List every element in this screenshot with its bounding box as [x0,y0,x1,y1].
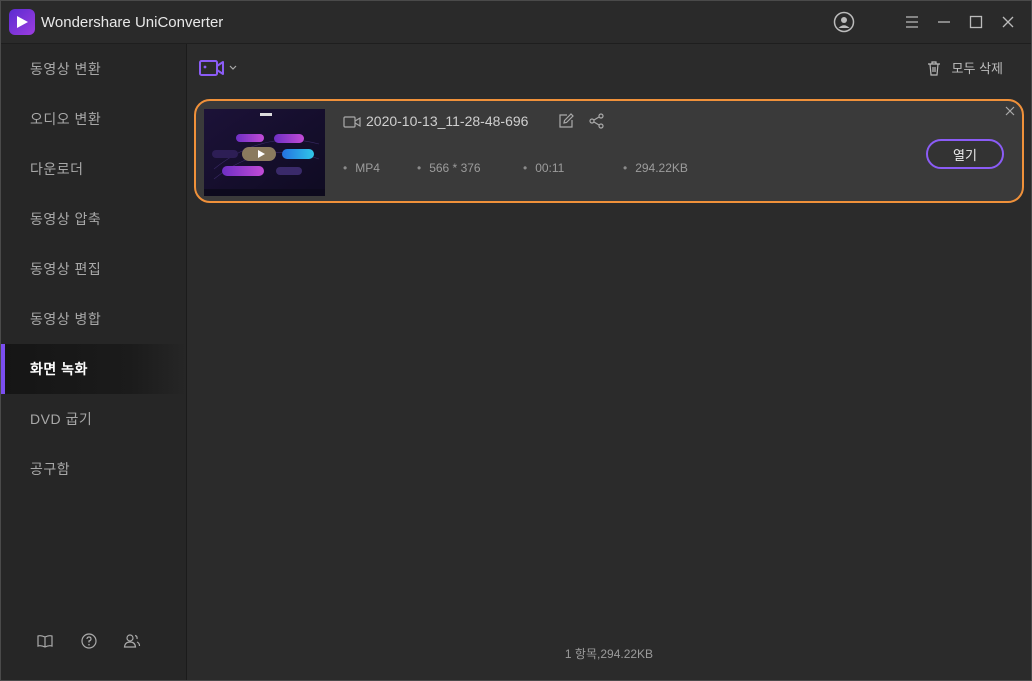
sidebar-item-video-merge[interactable]: 동영상 병합 [1,294,186,344]
sidebar-item-label: 동영상 편집 [30,261,102,277]
delete-all-button[interactable]: 모두 삭제 [926,58,1003,77]
edit-icon[interactable] [558,113,574,129]
file-size-value: 294.22KB [623,161,688,175]
sidebar-item-label: 오디오 변환 [30,111,102,127]
maximize-icon[interactable] [965,11,987,33]
sidebar-item-label: 화면 녹화 [30,361,88,377]
video-file-icon [343,116,361,128]
account-icon[interactable] [833,11,855,33]
file-name: 2020-10-13_11-28-48-696 [366,113,529,129]
toolbar: 모두 삭제 [187,44,1031,92]
app-title: Wondershare UniConverter [41,14,224,31]
duration-value: 00:11 [523,161,564,175]
title-bar: Wondershare UniConverter [1,1,1031,44]
sidebar-item-dvd-burn[interactable]: DVD 굽기 [1,394,186,444]
sidebar: 동영상 변환 오디오 변환 다운로더 동영상 압축 동영상 편집 동영상 병합 … [1,44,187,680]
sidebar-item-video-compress[interactable]: 동영상 압축 [1,194,186,244]
main-panel: 모두 삭제 2020-10-13_11-28-48-696 • MP4 • 56… [187,44,1031,680]
sidebar-item-audio-convert[interactable]: 오디오 변환 [1,94,186,144]
recorded-file-card: 2020-10-13_11-28-48-696 MP4 566 * 376 00… [194,99,1024,203]
remove-item-icon[interactable] [1004,105,1016,117]
app-window: Wondershare UniConverter 동영상 변환 오디오 변환 다… [0,0,1032,681]
app-logo [9,9,35,35]
sidebar-item-screen-record[interactable]: 화면 녹화 [1,344,186,394]
delete-all-label: 모두 삭제 [951,61,1003,76]
book-icon[interactable] [36,632,54,650]
sidebar-item-video-convert[interactable]: 동영상 변환 [1,44,186,94]
sidebar-item-downloader[interactable]: 다운로더 [1,144,186,194]
share-icon[interactable] [589,113,605,129]
minimize-icon[interactable] [933,11,955,33]
sidebar-item-label: 동영상 압축 [30,211,102,227]
menu-icon[interactable] [901,11,923,33]
record-camera-dropdown[interactable] [199,58,243,80]
status-summary: 1 항목,294.22KB [564,647,654,661]
sidebar-item-label: 공구함 [30,461,71,477]
sidebar-item-label: 동영상 변환 [30,61,102,77]
open-button[interactable]: 열기 [926,139,1004,169]
resolution-value: 566 * 376 [417,161,480,175]
sidebar-item-video-edit[interactable]: 동영상 편집 [1,244,186,294]
sidebar-item-label: 다운로더 [30,161,84,177]
users-icon[interactable] [123,632,141,650]
close-icon[interactable] [997,11,1019,33]
help-icon[interactable] [80,632,98,650]
sidebar-item-label: 동영상 병합 [30,311,102,327]
sidebar-item-toolbox[interactable]: 공구함 [1,444,186,494]
trash-icon [927,60,940,76]
sidebar-item-label: DVD 굽기 [30,411,93,427]
format-value: MP4 [343,161,380,175]
video-thumbnail[interactable] [204,109,325,196]
